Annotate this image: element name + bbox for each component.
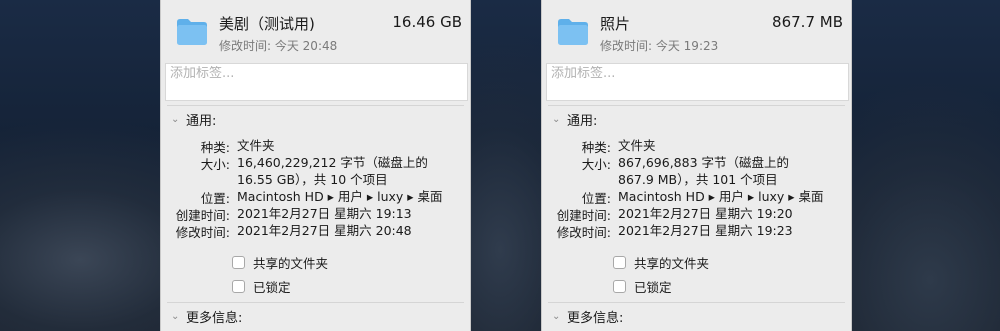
created-value: 2021年2月27日 星期六 19:20 [618, 206, 793, 221]
locked-checkbox[interactable]: 已锁定 [613, 277, 672, 296]
tags-input[interactable] [170, 66, 463, 81]
kind-value: 文件夹 [237, 138, 275, 153]
shared-folder-label: 共享的文件夹 [253, 256, 329, 271]
locked-label: 已锁定 [634, 280, 672, 295]
general-section-title: 通用: [186, 114, 217, 129]
shared-folder-checkbox[interactable]: 共享的文件夹 [613, 253, 709, 272]
item-name: 美剧（测试用) [219, 15, 315, 33]
folder-icon [177, 19, 207, 45]
tags-input[interactable] [551, 66, 844, 81]
general-section-title: 通用: [567, 114, 598, 129]
shared-folder-checkbox[interactable]: 共享的文件夹 [232, 253, 328, 272]
tags-field[interactable] [546, 63, 849, 101]
modified-label: 修改时间: [175, 225, 230, 240]
info-panel-right: 照片 867.7 MB 修改时间: 今天 19:23 ⌄ 通用: 种类: 文件夹… [541, 0, 852, 331]
size-value: 16,460,229,212 字节（磁盘上的 16.55 GB），共 10 个项… [237, 155, 428, 187]
item-size: 16.46 GB [392, 13, 462, 31]
item-name: 照片 [600, 15, 631, 33]
divider [167, 105, 464, 106]
more-info-section-toggle[interactable]: ⌄ 更多信息: [552, 307, 623, 326]
where-value: Macintosh HD ▸ 用户 ▸ luxy ▸ 桌面 [237, 189, 443, 204]
modified-label: 修改时间: [556, 225, 611, 240]
chevron-down-icon: ⌄ [171, 311, 180, 322]
modified-value: 2021年2月27日 星期六 19:23 [618, 223, 793, 238]
size-label: 大小: [581, 157, 611, 172]
tags-field[interactable] [165, 63, 468, 101]
checkbox-box[interactable] [613, 280, 626, 293]
chevron-down-icon: ⌄ [171, 114, 180, 125]
locked-checkbox[interactable]: 已锁定 [232, 277, 291, 296]
checkbox-box[interactable] [232, 280, 245, 293]
modified-summary: 修改时间: 今天 20:48 [219, 39, 338, 53]
general-section-toggle[interactable]: ⌄ 通用: [171, 110, 216, 129]
info-header: 美剧（测试用) 16.46 GB 修改时间: 今天 20:48 [161, 0, 470, 62]
more-info-section-title: 更多信息: [567, 311, 624, 326]
general-section-toggle[interactable]: ⌄ 通用: [552, 110, 597, 129]
checkbox-box[interactable] [613, 256, 626, 269]
info-header: 照片 867.7 MB 修改时间: 今天 19:23 [542, 0, 851, 62]
divider [167, 302, 464, 303]
chevron-down-icon: ⌄ [552, 114, 561, 125]
kind-value: 文件夹 [618, 138, 656, 153]
item-size: 867.7 MB [772, 13, 843, 31]
where-value: Macintosh HD ▸ 用户 ▸ luxy ▸ 桌面 [618, 189, 824, 204]
folder-icon [558, 19, 588, 45]
created-value: 2021年2月27日 星期六 19:13 [237, 206, 412, 221]
modified-summary: 修改时间: 今天 19:23 [600, 39, 719, 53]
size-label: 大小: [200, 157, 230, 172]
more-info-section-toggle[interactable]: ⌄ 更多信息: [171, 307, 242, 326]
more-info-section-title: 更多信息: [186, 311, 243, 326]
divider [548, 105, 845, 106]
info-panel-left: 美剧（测试用) 16.46 GB 修改时间: 今天 20:48 ⌄ 通用: 种类… [160, 0, 471, 331]
size-value: 867,696,883 字节（磁盘上的 867.9 MB），共 101 个项目 [618, 155, 789, 187]
checkbox-box[interactable] [232, 256, 245, 269]
modified-value: 2021年2月27日 星期六 20:48 [237, 223, 412, 238]
locked-label: 已锁定 [253, 280, 291, 295]
shared-folder-label: 共享的文件夹 [634, 256, 710, 271]
divider [548, 302, 845, 303]
chevron-down-icon: ⌄ [552, 311, 561, 322]
